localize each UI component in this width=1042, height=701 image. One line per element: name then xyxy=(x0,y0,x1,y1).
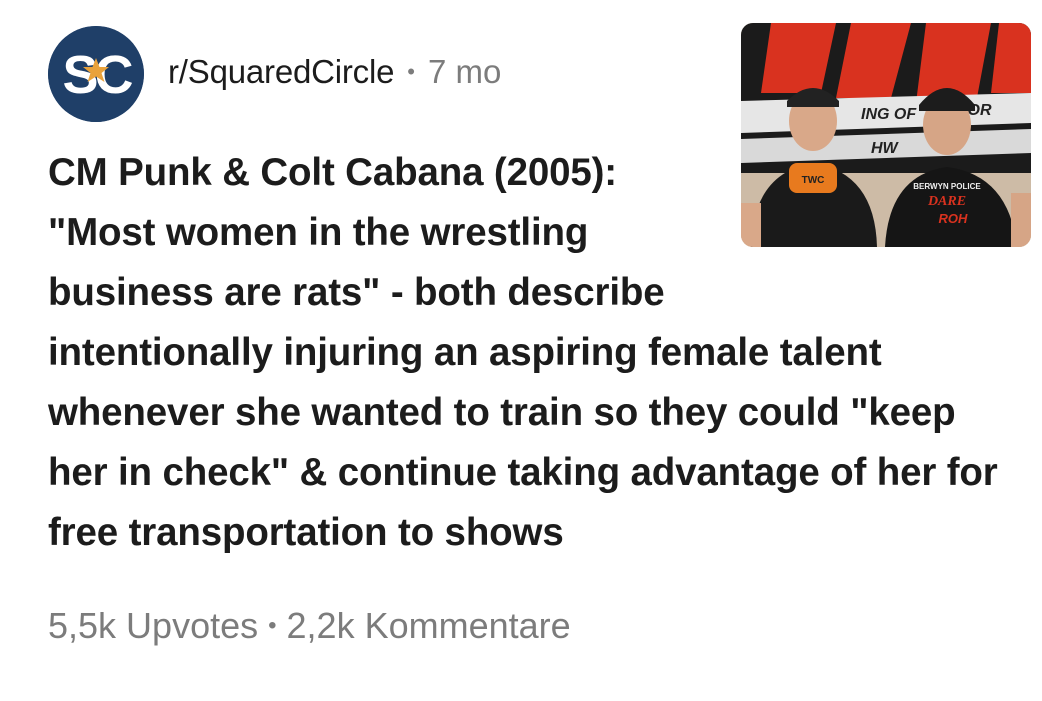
title-line: free transportation to shows xyxy=(48,511,564,554)
post-header: SC r/SquaredCircle • 7 mo xyxy=(48,26,501,122)
title-line: business are rats" - both describe xyxy=(48,271,665,314)
upvote-count[interactable]: 5,5k Upvotes xyxy=(48,600,258,652)
stats-separator: • xyxy=(268,612,277,639)
post-title[interactable]: CM Punk & Colt Cabana (2005): "Most wome… xyxy=(48,143,1033,563)
community-logo-icon: SC xyxy=(48,26,144,122)
comment-count[interactable]: 2,2k Kommentare xyxy=(287,600,571,652)
post-age: 7 mo xyxy=(427,53,502,90)
title-line: her in check" & continue taking advantag… xyxy=(48,451,998,494)
community-avatar[interactable]: SC xyxy=(48,26,144,122)
svg-text:ING OF: ING OF xyxy=(861,106,917,123)
meta-separator: • xyxy=(407,59,415,84)
title-line: "Most women in the wrestling xyxy=(48,211,589,254)
post-card[interactable]: SC r/SquaredCircle • 7 mo ING OF NOR xyxy=(0,0,1042,701)
community-meta: r/SquaredCircle • 7 mo xyxy=(168,52,501,92)
community-name[interactable]: r/SquaredCircle xyxy=(168,52,394,92)
post-stats: 5,5k Upvotes • 2,2k Kommentare xyxy=(48,600,571,652)
title-line: intentionally injuring an aspiring femal… xyxy=(48,331,882,374)
title-line: CM Punk & Colt Cabana (2005): xyxy=(48,151,617,194)
title-line: whenever she wanted to train so they cou… xyxy=(48,391,956,434)
